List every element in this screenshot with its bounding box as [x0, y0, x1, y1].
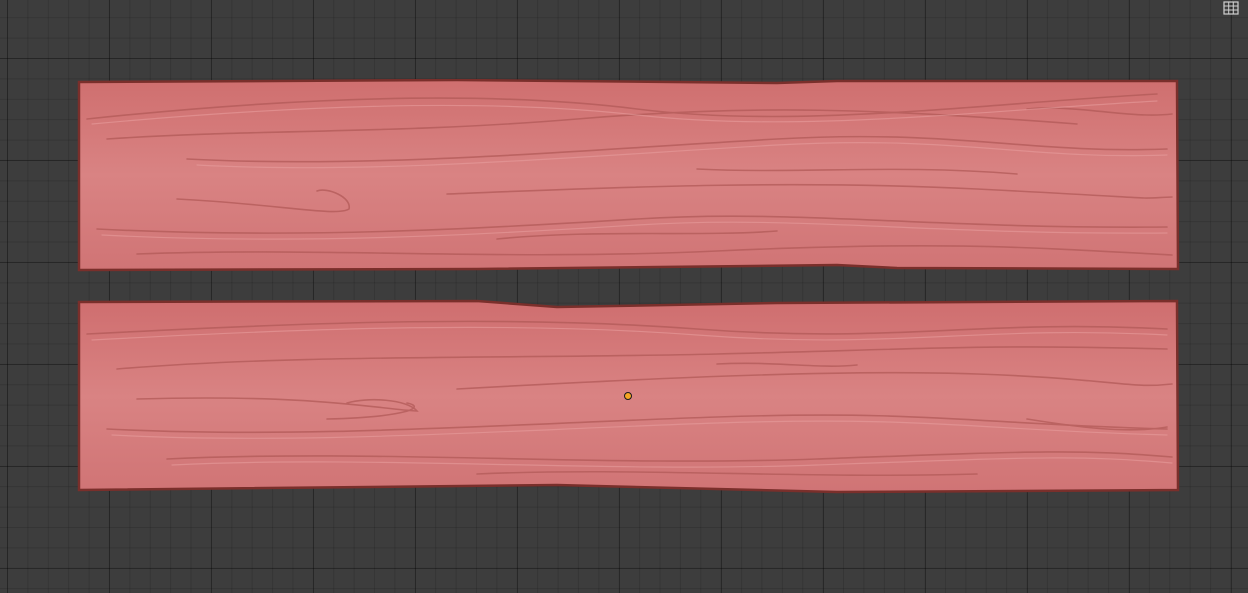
- 3d-viewport[interactable]: [0, 0, 1248, 593]
- object-origin-dot: [624, 392, 632, 400]
- wood-plank-top[interactable]: [77, 79, 1180, 272]
- grid-icon[interactable]: [1220, 0, 1242, 16]
